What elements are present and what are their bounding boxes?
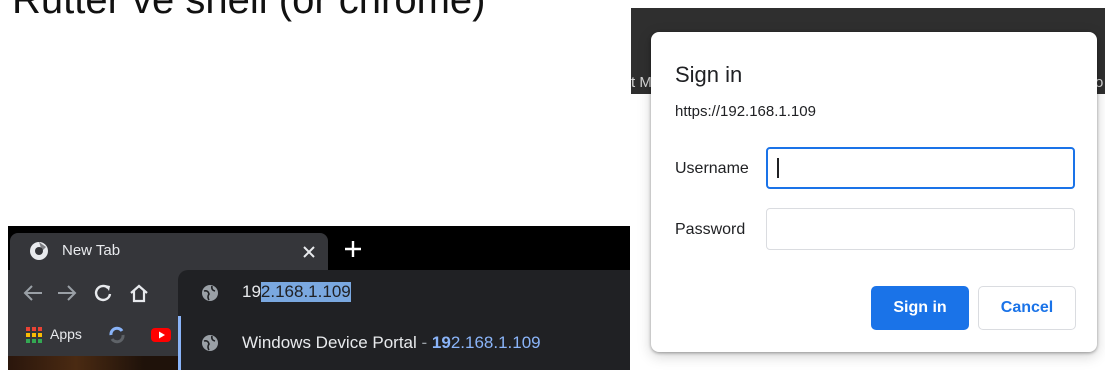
dialog-url: https://192.168.1.109 (675, 103, 816, 120)
omnibox-dropdown: 19 2.168.1.109 Windows Device Portal - 19… (178, 270, 630, 370)
bookmarks-bar: Apps (8, 316, 178, 370)
youtube-icon[interactable] (150, 326, 172, 344)
password-field[interactable] (766, 208, 1075, 250)
apps-grid-icon[interactable] (26, 327, 42, 343)
suggestion-text: Windows Device Portal - 19 2.168.1.109 (242, 333, 541, 353)
cancel-button[interactable]: Cancel (978, 286, 1076, 330)
address-bar[interactable]: 19 2.168.1.109 (178, 270, 630, 316)
sign-in-button[interactable]: Sign in (871, 286, 969, 330)
chrome-icon (30, 242, 48, 260)
tab-strip: New Tab (8, 226, 630, 270)
username-field[interactable] (766, 147, 1075, 189)
home-icon[interactable] (128, 283, 150, 303)
close-icon[interactable] (302, 245, 316, 259)
suggestion-row[interactable]: Windows Device Portal - 19 2.168.1.109 (178, 316, 630, 370)
password-label: Password (675, 221, 746, 238)
typed-text: 19 (242, 282, 261, 301)
suggestion-separator: - (416, 333, 432, 352)
browser-window: New Tab 19 2.168.1.109 Windows Device Po… (8, 226, 630, 370)
username-label: Username (675, 160, 749, 177)
tab-new-tab[interactable]: New Tab (10, 233, 328, 270)
globe-icon (202, 335, 218, 351)
dialog-title: Sign in (675, 62, 743, 87)
reload-icon[interactable] (92, 283, 114, 303)
suggestion-title: Windows Device Portal (242, 333, 417, 352)
suggestion-match: 19 (431, 333, 451, 352)
suggestion-rest: 2.168.1.109 (450, 333, 541, 352)
background-text-left: t M (631, 74, 652, 91)
extension-icon[interactable] (108, 326, 126, 344)
plus-icon[interactable] (344, 240, 362, 258)
caption-text: Rutter ve shell (or chrome) (12, 0, 486, 22)
address-input-text[interactable]: 19 2.168.1.109 (242, 282, 351, 302)
background-image-strip (8, 356, 178, 370)
back-arrow-icon[interactable] (22, 283, 44, 303)
selected-indicator (178, 316, 181, 370)
globe-icon (202, 285, 218, 301)
sign-in-dialog: Sign in https://192.168.1.109 Username P… (651, 32, 1097, 352)
forward-arrow-icon[interactable] (56, 283, 78, 303)
apps-label[interactable]: Apps (50, 326, 82, 342)
tab-title: New Tab (62, 242, 121, 259)
autocomplete-selection: 2.168.1.109 (260, 282, 351, 302)
text-caret (777, 158, 779, 178)
